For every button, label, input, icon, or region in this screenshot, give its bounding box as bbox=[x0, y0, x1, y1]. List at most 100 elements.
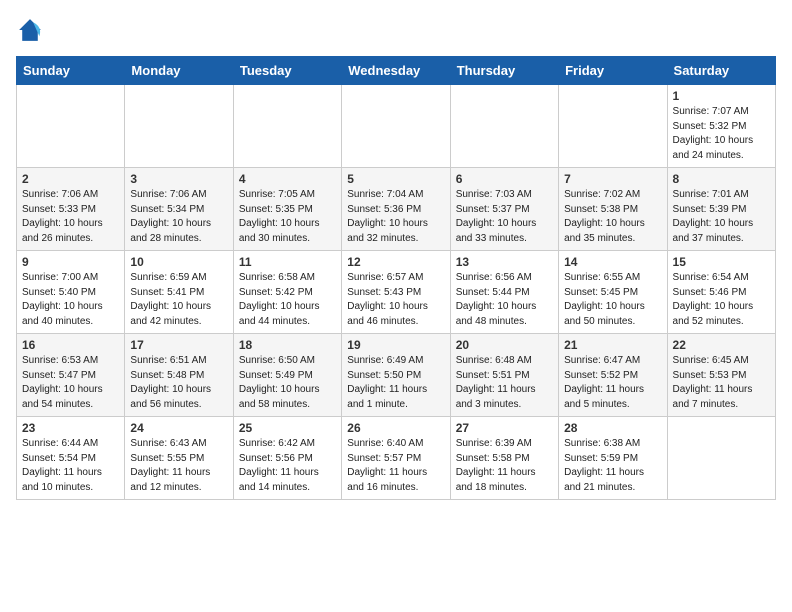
calendar-week-1: 1 Sunrise: 7:07 AM Sunset: 5:32 PM Daylig… bbox=[17, 85, 776, 168]
day-info: Sunrise: 6:42 AM Sunset: 5:56 PM Dayligh… bbox=[239, 437, 336, 495]
day-number: 19 bbox=[347, 338, 444, 352]
calendar-cell: 24Sunrise: 6:43 AM Sunset: 5:55 PM Dayli… bbox=[125, 417, 233, 500]
day-number: 10 bbox=[130, 255, 227, 269]
day-info: Sunrise: 6:44 AM Sunset: 5:54 PM Dayligh… bbox=[22, 437, 119, 495]
day-info: Sunrise: 6:40 AM Sunset: 5:57 PM Dayligh… bbox=[347, 437, 444, 495]
day-number: 8 bbox=[673, 172, 770, 186]
day-info: Sunrise: 7:02 AM Sunset: 5:38 PM Dayligh… bbox=[564, 188, 661, 246]
calendar-cell bbox=[559, 85, 667, 168]
day-info: Sunrise: 7:07 AM Sunset: 5:32 PM Dayligh… bbox=[673, 105, 770, 163]
day-number: 27 bbox=[456, 421, 553, 435]
calendar-cell: 21 Sunrise: 6:47 AM Sunset: 5:52 PM Dayli… bbox=[559, 334, 667, 417]
day-info: Sunrise: 7:06 AM Sunset: 5:33 PM Dayligh… bbox=[22, 188, 119, 246]
page-header bbox=[16, 16, 776, 44]
calendar-cell: 8 Sunrise: 7:01 AM Sunset: 5:39 PM Daylig… bbox=[667, 168, 775, 251]
day-number: 14 bbox=[564, 255, 661, 269]
day-info: Sunrise: 7:01 AM Sunset: 5:39 PM Dayligh… bbox=[673, 188, 770, 246]
calendar-cell: 17 Sunrise: 6:51 AM Sunset: 5:48 PM Dayli… bbox=[125, 334, 233, 417]
day-info: Sunrise: 7:00 AM Sunset: 5:40 PM Dayligh… bbox=[22, 271, 119, 329]
weekday-header-monday: Monday bbox=[125, 57, 233, 85]
day-number: 18 bbox=[239, 338, 336, 352]
day-number: 5 bbox=[347, 172, 444, 186]
day-info: Sunrise: 7:06 AM Sunset: 5:34 PM Dayligh… bbox=[130, 188, 227, 246]
logo bbox=[16, 16, 48, 44]
day-number: 16 bbox=[22, 338, 119, 352]
day-number: 22 bbox=[673, 338, 770, 352]
day-info: Sunrise: 6:56 AM Sunset: 5:44 PM Dayligh… bbox=[456, 271, 553, 329]
calendar-cell: 20Sunrise: 6:48 AM Sunset: 5:51 PM Dayli… bbox=[450, 334, 558, 417]
weekday-header-row: SundayMondayTuesdayWednesdayThursdayFrid… bbox=[17, 57, 776, 85]
calendar-table: SundayMondayTuesdayWednesdayThursdayFrid… bbox=[16, 56, 776, 500]
day-number: 23 bbox=[22, 421, 119, 435]
day-number: 24 bbox=[130, 421, 227, 435]
calendar-cell bbox=[125, 85, 233, 168]
day-info: Sunrise: 6:51 AM Sunset: 5:48 PM Dayligh… bbox=[130, 354, 227, 412]
calendar-cell: 25 Sunrise: 6:42 AM Sunset: 5:56 PM Dayli… bbox=[233, 417, 341, 500]
day-info: Sunrise: 6:59 AM Sunset: 5:41 PM Dayligh… bbox=[130, 271, 227, 329]
weekday-header-saturday: Saturday bbox=[667, 57, 775, 85]
day-number: 1 bbox=[673, 89, 770, 103]
weekday-header-sunday: Sunday bbox=[17, 57, 125, 85]
calendar-cell: 23 Sunrise: 6:44 AM Sunset: 5:54 PM Dayli… bbox=[17, 417, 125, 500]
calendar-cell: 18Sunrise: 6:50 AM Sunset: 5:49 PM Dayli… bbox=[233, 334, 341, 417]
calendar-cell bbox=[450, 85, 558, 168]
day-number: 28 bbox=[564, 421, 661, 435]
calendar-cell: 7 Sunrise: 7:02 AM Sunset: 5:38 PM Daylig… bbox=[559, 168, 667, 251]
calendar-cell bbox=[17, 85, 125, 168]
day-number: 17 bbox=[130, 338, 227, 352]
weekday-header-friday: Friday bbox=[559, 57, 667, 85]
day-info: Sunrise: 7:04 AM Sunset: 5:36 PM Dayligh… bbox=[347, 188, 444, 246]
day-info: Sunrise: 7:03 AM Sunset: 5:37 PM Dayligh… bbox=[456, 188, 553, 246]
day-number: 15 bbox=[673, 255, 770, 269]
calendar-cell: 1 Sunrise: 7:07 AM Sunset: 5:32 PM Daylig… bbox=[667, 85, 775, 168]
day-info: Sunrise: 6:57 AM Sunset: 5:43 PM Dayligh… bbox=[347, 271, 444, 329]
day-info: Sunrise: 7:05 AM Sunset: 5:35 PM Dayligh… bbox=[239, 188, 336, 246]
day-info: Sunrise: 6:47 AM Sunset: 5:52 PM Dayligh… bbox=[564, 354, 661, 412]
calendar-week-4: 16 Sunrise: 6:53 AM Sunset: 5:47 PM Dayli… bbox=[17, 334, 776, 417]
calendar-week-2: 2Sunrise: 7:06 AM Sunset: 5:33 PM Daylig… bbox=[17, 168, 776, 251]
calendar-cell bbox=[233, 85, 341, 168]
calendar-cell: 15 Sunrise: 6:54 AM Sunset: 5:46 PM Dayli… bbox=[667, 251, 775, 334]
day-info: Sunrise: 6:38 AM Sunset: 5:59 PM Dayligh… bbox=[564, 437, 661, 495]
day-number: 25 bbox=[239, 421, 336, 435]
calendar-cell: 11Sunrise: 6:58 AM Sunset: 5:42 PM Dayli… bbox=[233, 251, 341, 334]
day-number: 6 bbox=[456, 172, 553, 186]
day-number: 7 bbox=[564, 172, 661, 186]
calendar-cell: 16 Sunrise: 6:53 AM Sunset: 5:47 PM Dayli… bbox=[17, 334, 125, 417]
calendar-cell: 27 Sunrise: 6:39 AM Sunset: 5:58 PM Dayli… bbox=[450, 417, 558, 500]
calendar-cell: 26 Sunrise: 6:40 AM Sunset: 5:57 PM Dayli… bbox=[342, 417, 450, 500]
calendar-cell: 9 Sunrise: 7:00 AM Sunset: 5:40 PM Daylig… bbox=[17, 251, 125, 334]
calendar-cell: 2Sunrise: 7:06 AM Sunset: 5:33 PM Daylig… bbox=[17, 168, 125, 251]
calendar-cell: 14 Sunrise: 6:55 AM Sunset: 5:45 PM Dayli… bbox=[559, 251, 667, 334]
calendar-cell: 4Sunrise: 7:05 AM Sunset: 5:35 PM Daylig… bbox=[233, 168, 341, 251]
weekday-header-tuesday: Tuesday bbox=[233, 57, 341, 85]
calendar-cell: 28 Sunrise: 6:38 AM Sunset: 5:59 PM Dayli… bbox=[559, 417, 667, 500]
calendar-cell: 22 Sunrise: 6:45 AM Sunset: 5:53 PM Dayli… bbox=[667, 334, 775, 417]
calendar-cell: 6 Sunrise: 7:03 AM Sunset: 5:37 PM Daylig… bbox=[450, 168, 558, 251]
calendar-week-5: 23 Sunrise: 6:44 AM Sunset: 5:54 PM Dayli… bbox=[17, 417, 776, 500]
day-number: 3 bbox=[130, 172, 227, 186]
weekday-header-wednesday: Wednesday bbox=[342, 57, 450, 85]
weekday-header-thursday: Thursday bbox=[450, 57, 558, 85]
day-info: Sunrise: 6:45 AM Sunset: 5:53 PM Dayligh… bbox=[673, 354, 770, 412]
day-info: Sunrise: 6:54 AM Sunset: 5:46 PM Dayligh… bbox=[673, 271, 770, 329]
calendar-cell: 3 Sunrise: 7:06 AM Sunset: 5:34 PM Daylig… bbox=[125, 168, 233, 251]
calendar-week-3: 9 Sunrise: 7:00 AM Sunset: 5:40 PM Daylig… bbox=[17, 251, 776, 334]
day-info: Sunrise: 6:55 AM Sunset: 5:45 PM Dayligh… bbox=[564, 271, 661, 329]
calendar-cell: 12 Sunrise: 6:57 AM Sunset: 5:43 PM Dayli… bbox=[342, 251, 450, 334]
day-number: 13 bbox=[456, 255, 553, 269]
calendar-cell bbox=[667, 417, 775, 500]
day-info: Sunrise: 6:58 AM Sunset: 5:42 PM Dayligh… bbox=[239, 271, 336, 329]
calendar-cell: 19 Sunrise: 6:49 AM Sunset: 5:50 PM Dayli… bbox=[342, 334, 450, 417]
day-number: 26 bbox=[347, 421, 444, 435]
day-number: 12 bbox=[347, 255, 444, 269]
day-number: 9 bbox=[22, 255, 119, 269]
day-info: Sunrise: 6:39 AM Sunset: 5:58 PM Dayligh… bbox=[456, 437, 553, 495]
calendar-cell bbox=[342, 85, 450, 168]
day-info: Sunrise: 6:48 AM Sunset: 5:51 PM Dayligh… bbox=[456, 354, 553, 412]
day-number: 21 bbox=[564, 338, 661, 352]
logo-icon bbox=[16, 16, 44, 44]
calendar-cell: 5 Sunrise: 7:04 AM Sunset: 5:36 PM Daylig… bbox=[342, 168, 450, 251]
day-info: Sunrise: 6:53 AM Sunset: 5:47 PM Dayligh… bbox=[22, 354, 119, 412]
day-info: Sunrise: 6:49 AM Sunset: 5:50 PM Dayligh… bbox=[347, 354, 444, 412]
